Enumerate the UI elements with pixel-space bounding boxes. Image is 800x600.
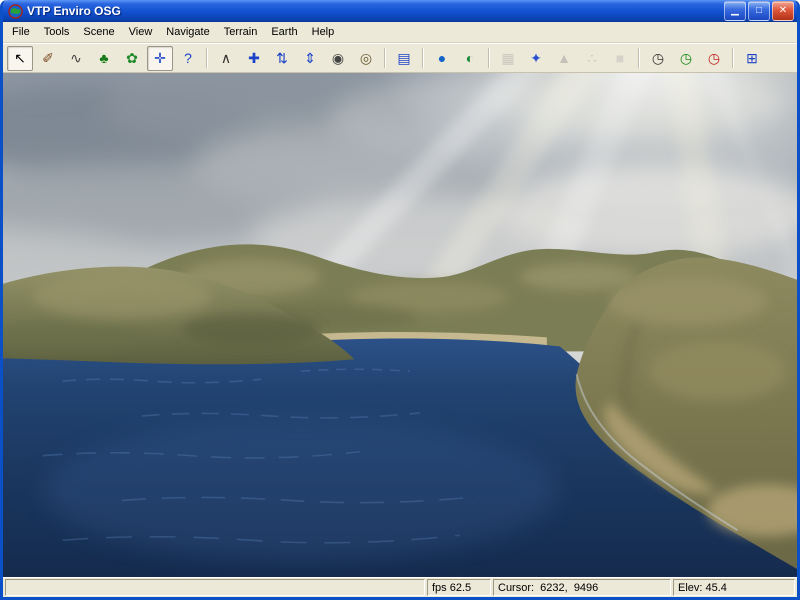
lod-info-button[interactable]: ▤ <box>391 46 417 71</box>
elevation-profile-icon: ∧ <box>221 51 231 65</box>
status-main <box>5 579 425 596</box>
globe-earth-icon: ● <box>438 51 446 65</box>
menu-view[interactable]: View <box>122 24 160 40</box>
terrain-texture-button: ▲ <box>551 46 577 71</box>
globe-earth-button[interactable]: ● <box>429 46 455 71</box>
snapshot-numbered-button[interactable]: ◎ <box>353 46 379 71</box>
window-controls: ▁□✕ <box>722 1 794 21</box>
terrain-viewport[interactable] <box>3 73 797 577</box>
toolbar-separator <box>384 48 386 68</box>
menu-terrain[interactable]: Terrain <box>217 24 265 40</box>
compass-nav-button[interactable]: ✦ <box>523 46 549 71</box>
close-button[interactable]: ✕ <box>772 1 794 21</box>
toolbar-separator <box>422 48 424 68</box>
app-icon <box>8 4 23 19</box>
snapshot-camera-button[interactable]: ◉ <box>325 46 351 71</box>
select-icon: ↖ <box>14 51 26 65</box>
title-bar[interactable]: VTP Enviro OSG ▁□✕ <box>3 0 797 22</box>
status-fps: fps 62.5 <box>427 579 491 596</box>
move-navigate-tool[interactable]: ✛ <box>147 46 173 71</box>
time-stop-icon: ◷ <box>708 51 720 65</box>
add-instance-tool[interactable]: ✿ <box>119 46 145 71</box>
navigate-vertical-tool[interactable]: ⇅ <box>269 46 295 71</box>
navigate-vertical-icon: ⇅ <box>276 51 288 65</box>
ortho-view-icon: ▦ <box>501 51 514 65</box>
status-cursor: Cursor: 6232, 9496 <box>493 579 671 596</box>
toolbar-separator <box>732 48 734 68</box>
toolbar-separator <box>488 48 490 68</box>
navigate-free-icon: ⇕ <box>304 51 316 65</box>
compass-nav-icon: ✦ <box>530 51 542 65</box>
menu-earth[interactable]: Earth <box>264 24 304 40</box>
window-title: VTP Enviro OSG <box>27 4 722 18</box>
blank-button: ■ <box>607 46 633 71</box>
scatter-points-icon: ∴ <box>588 51 597 65</box>
pointer-query-icon: ? <box>184 51 192 65</box>
fence-edit-icon: ✐ <box>42 51 54 65</box>
route-edit-tool[interactable]: ∿ <box>63 46 89 71</box>
app-window: VTP Enviro OSG ▁□✕ FileToolsSceneViewNav… <box>0 0 800 600</box>
minimize-button[interactable]: ▁ <box>724 1 746 21</box>
pointer-query-tool[interactable]: ? <box>175 46 201 71</box>
time-stop-button[interactable]: ◷ <box>701 46 727 71</box>
elevation-profile-tool[interactable]: ∧ <box>213 46 239 71</box>
time-run-icon: ◷ <box>680 51 692 65</box>
snapshot-camera-icon: ◉ <box>332 51 344 65</box>
flat-earth-button[interactable]: ◐ <box>457 46 483 71</box>
menu-navigate[interactable]: Navigate <box>159 24 216 40</box>
add-instance-icon: ✿ <box>126 51 138 65</box>
route-edit-icon: ∿ <box>70 51 82 65</box>
menu-file[interactable]: File <box>5 24 37 40</box>
status-elev: Elev: 45.4 <box>673 579 795 596</box>
time-dialog-button[interactable]: ◷ <box>645 46 671 71</box>
fence-edit-tool[interactable]: ✐ <box>35 46 61 71</box>
restore-button[interactable]: □ <box>748 1 770 21</box>
scatter-points-button: ∴ <box>579 46 605 71</box>
flat-earth-icon: ◐ <box>466 51 474 65</box>
terrain-scene <box>3 73 797 577</box>
blank-icon: ■ <box>616 51 624 65</box>
menu-bar: FileToolsSceneViewNavigateTerrainEarthHe… <box>3 22 797 43</box>
scene-graph-button[interactable]: ⊞ <box>739 46 765 71</box>
navigate-free-tool[interactable]: ⇕ <box>297 46 323 71</box>
lod-info-icon: ▤ <box>397 51 410 65</box>
move-navigate-icon: ✛ <box>154 51 166 65</box>
plant-tree-tool[interactable]: ♣ <box>91 46 117 71</box>
ortho-view-button: ▦ <box>495 46 521 71</box>
menu-scene[interactable]: Scene <box>76 24 121 40</box>
toolbar-separator <box>206 48 208 68</box>
menu-tools[interactable]: Tools <box>37 24 77 40</box>
time-dialog-icon: ◷ <box>652 51 664 65</box>
status-bar: fps 62.5Cursor: 6232, 9496Elev: 45.4 <box>3 577 797 597</box>
main-toolbar: ↖ ✐ ∿ ♣ ✿ ✛? ∧ ✚ ⇅ ⇕ ◉ ◎ ▤ ● ◐ ▦ ✦ ▲ ∴ ■ ◷ ◷ ◷ ⊞ <box>3 43 797 73</box>
navigate-pan-icon: ✚ <box>248 51 260 65</box>
time-run-button[interactable]: ◷ <box>673 46 699 71</box>
toolbar-separator <box>638 48 640 68</box>
menu-help[interactable]: Help <box>305 24 342 40</box>
snapshot-numbered-icon: ◎ <box>360 51 372 65</box>
scene-graph-icon: ⊞ <box>746 51 758 65</box>
terrain-texture-icon: ▲ <box>557 51 571 65</box>
navigate-pan-tool[interactable]: ✚ <box>241 46 267 71</box>
select-tool[interactable]: ↖ <box>7 46 33 71</box>
plant-tree-icon: ♣ <box>99 51 108 65</box>
